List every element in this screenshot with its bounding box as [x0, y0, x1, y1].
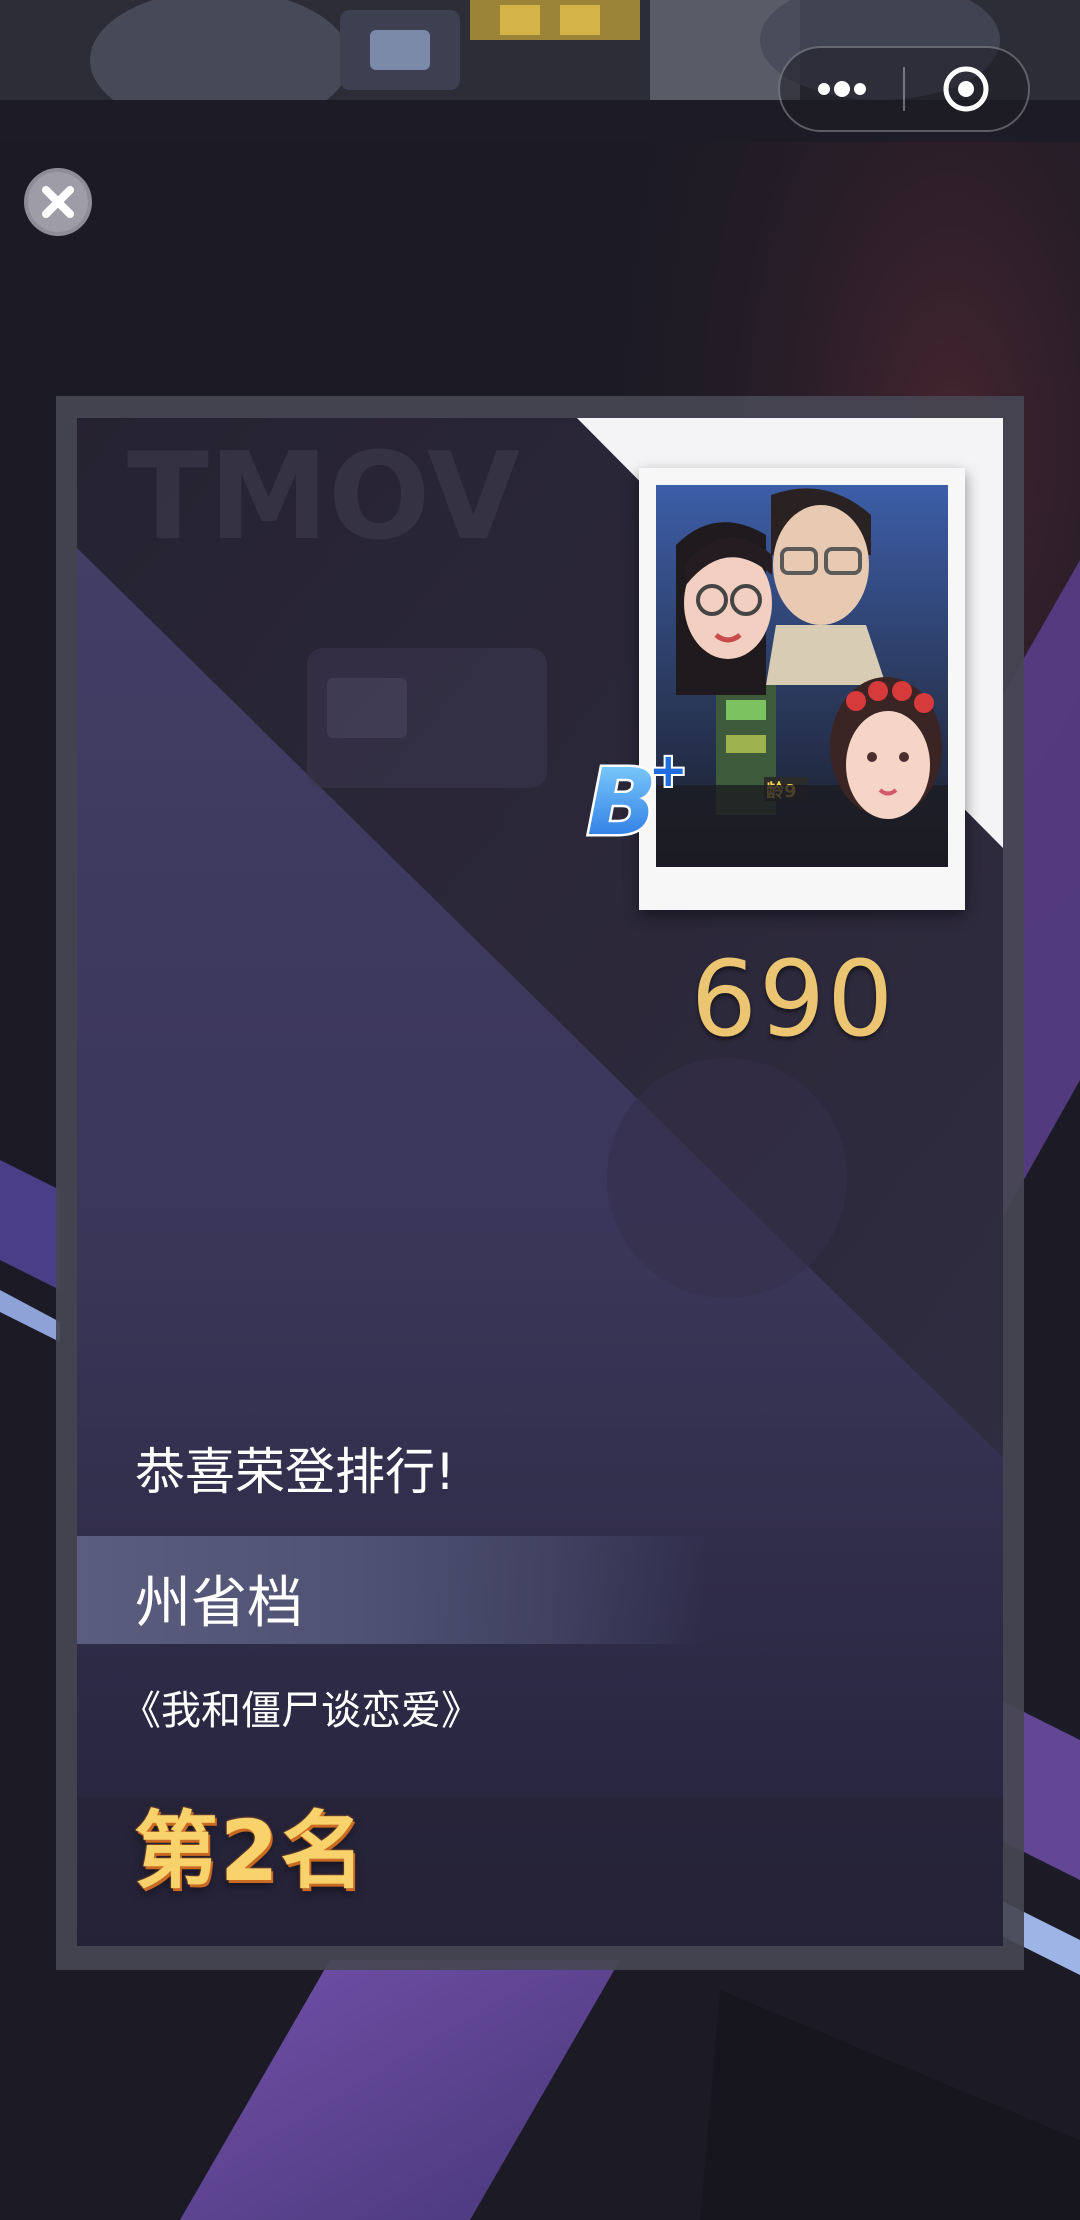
congrats-message: 恭喜荣登排行! [135, 1443, 456, 1501]
grade-modifier: + [649, 743, 688, 797]
target-circle-icon [943, 66, 989, 112]
rank-label: 第2名 [134, 1802, 367, 1900]
exit-mini-program-button[interactable] [905, 48, 1028, 130]
score-value: 690 [690, 938, 896, 1060]
svg-text:TMOV: TMOV [127, 428, 520, 567]
category-label: 州省档 [135, 1571, 303, 1636]
ranking-card: TMOV 龄9 [77, 418, 1003, 1946]
movie-poster-image: 龄9 [656, 485, 948, 867]
close-x-icon [24, 168, 92, 236]
more-options-button[interactable] [780, 48, 903, 130]
mini-program-capsule [778, 46, 1030, 132]
grade-badge-icon: B + [585, 741, 690, 859]
more-dots-icon [817, 81, 866, 97]
grade-badge: B + [577, 741, 697, 859]
close-button[interactable] [22, 166, 94, 238]
grade-letter: B [587, 749, 657, 852]
category-banner: 州省档 [77, 1536, 707, 1644]
movie-title: 《我和僵尸谈恋爱》 [121, 1688, 481, 1734]
